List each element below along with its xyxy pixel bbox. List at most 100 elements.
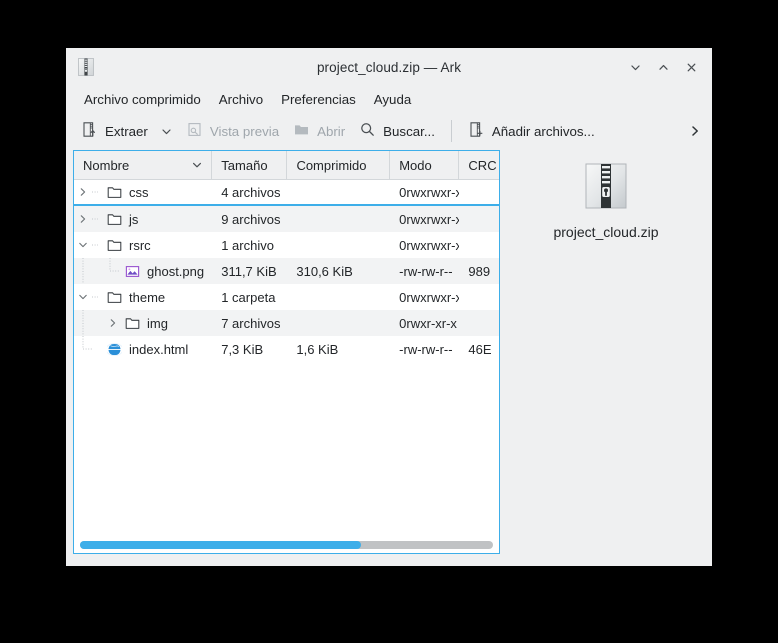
file-name: ghost.png [147,263,205,279]
table-row[interactable]: index.html 7,3 KiB 1,6 KiB -rw-rw-r-- 46… [74,336,499,362]
row-name-cell: theme [74,284,212,310]
expand-chevron-right-icon[interactable] [74,206,92,232]
column-header-crc[interactable]: CRC [459,151,499,179]
add-files-label: Añadir archivos... [491,123,595,139]
extract-dropdown-chevron-down-icon[interactable] [157,119,177,143]
row-size-cell: 1 carpeta [221,289,276,305]
extract-button[interactable]: Extraer [74,117,155,145]
column-header-nombre-label: Nombre [83,157,130,173]
file-name: rsrc [129,237,151,253]
tree-elbow [74,336,92,362]
column-header-crc-label: CRC [468,157,497,173]
tree-indent [74,258,92,284]
ark-window: project_cloud.zip — Ark Archivo comprimi… [66,48,712,566]
image-file-icon [122,258,142,284]
archive-file-list[interactable]: Nombre Tamaño Comprimido Modo CRC css 4 … [73,150,500,554]
main-toolbar: Extraer Vista previa Abrir Buscar... Aña… [66,112,712,150]
open-button: Abrir [286,117,352,145]
tree-guide [92,310,104,336]
column-header-tamano[interactable]: Tamaño [212,151,288,179]
archive-name-label: project_cloud.zip [553,224,659,240]
tree-guide [92,206,104,232]
add-files-icon [468,121,485,141]
window-title: project_cloud.zip — Ark [316,59,462,75]
table-row[interactable]: css 4 archivos 0rwxrwxr-x [74,180,499,206]
row-size-cell: 4 archivos [221,184,281,200]
column-header-modo[interactable]: Modo [390,151,460,179]
collapse-chevron-down-icon[interactable] [74,232,92,258]
column-header-comprimido-label: Comprimido [296,157,367,173]
toolbar-overflow-chevron-right-icon[interactable] [684,119,706,143]
archive-zip-icon [582,162,630,210]
folder-icon [104,232,124,258]
search-button[interactable]: Buscar... [352,117,442,145]
folder-icon [104,180,124,205]
file-name: theme [129,289,166,305]
row-size-cell: 7,3 KiB [221,341,264,357]
menu-ayuda[interactable]: Ayuda [365,89,420,110]
menubar: Archivo comprimido Archivo Preferencias … [66,86,712,112]
column-header-nombre[interactable]: Nombre [74,151,213,179]
row-name-cell: index.html [74,336,212,362]
menu-preferencias[interactable]: Preferencias [272,89,365,110]
window-body: Nombre Tamaño Comprimido Modo CRC css 4 … [66,150,712,566]
table-row[interactable]: img 7 archivos 0rwxr-xr-x [74,310,499,336]
scrollbar-thumb[interactable] [80,541,361,549]
file-name: js [129,211,139,227]
folder-open-icon [293,121,310,141]
file-list-rows: css 4 archivos 0rwxrwxr-x js 9 archivos … [74,180,499,537]
row-name-cell: js [74,206,212,232]
table-row[interactable]: theme 1 carpeta 0rwxrwxr-x [74,284,499,310]
column-header-tamano-label: Tamaño [221,157,268,173]
scrollbar-track[interactable] [80,541,493,549]
expand-chevron-right-icon[interactable] [104,310,122,336]
row-mode-cell: 0rwxrwxr-x [399,237,460,253]
window-titlebar[interactable]: project_cloud.zip — Ark [66,48,712,86]
tree-guide [92,180,104,205]
file-list-header: Nombre Tamaño Comprimido Modo CRC [74,151,499,180]
row-name-cell: rsrc [74,232,212,258]
row-mode-cell: 0rwxrwxr-x [399,289,460,305]
tree-elbow [104,258,122,284]
row-compressed-cell: 1,6 KiB [296,341,339,357]
maximize-icon[interactable] [650,54,676,80]
row-size-cell: 7 archivos [221,315,281,331]
table-row[interactable]: js 9 archivos 0rwxrwxr-x [74,206,499,232]
html-file-icon [104,336,124,362]
close-icon[interactable] [678,54,704,80]
column-header-comprimido[interactable]: Comprimido [287,151,391,179]
table-row[interactable]: ghost.png 311,7 KiB 310,6 KiB -rw-rw-r--… [74,258,499,284]
sort-chevron-down-icon [191,159,203,171]
menu-archivo[interactable]: Archivo [210,89,272,110]
row-size-cell: 1 archivo [221,237,274,253]
row-crc-cell: 989 [468,263,491,279]
file-name: css [129,184,149,200]
minimize-icon[interactable] [622,54,648,80]
row-mode-cell: 0rwxr-xr-x [399,315,457,331]
row-name-cell: css [74,180,212,205]
preview-button: Vista previa [179,117,286,145]
tree-guide [92,284,104,310]
search-icon [359,121,376,141]
row-mode-cell: -rw-rw-r-- [399,341,453,357]
row-name-cell: img [74,310,212,336]
search-label: Buscar... [383,123,435,139]
row-crc-cell: 46E [468,341,492,357]
add-files-button[interactable]: Añadir archivos... [461,117,602,145]
preview-label: Vista previa [209,123,280,139]
open-label: Abrir [317,123,346,139]
tree-indent [74,310,92,336]
preview-icon [186,121,203,141]
extract-icon [81,121,98,141]
collapse-chevron-down-icon[interactable] [74,284,92,310]
row-mode-cell: 0rwxrwxr-x [399,184,460,200]
horizontal-scrollbar[interactable] [74,537,499,553]
table-row[interactable]: rsrc 1 archivo 0rwxrwxr-x [74,232,499,258]
file-name: index.html [129,341,189,357]
archive-info-panel: project_cloud.zip [500,150,712,566]
menu-archivo-comprimido[interactable]: Archivo comprimido [75,89,210,110]
toolbar-separator [450,120,452,142]
expand-chevron-right-icon[interactable] [74,180,92,205]
folder-icon [104,284,124,310]
row-compressed-cell: 310,6 KiB [296,263,353,279]
